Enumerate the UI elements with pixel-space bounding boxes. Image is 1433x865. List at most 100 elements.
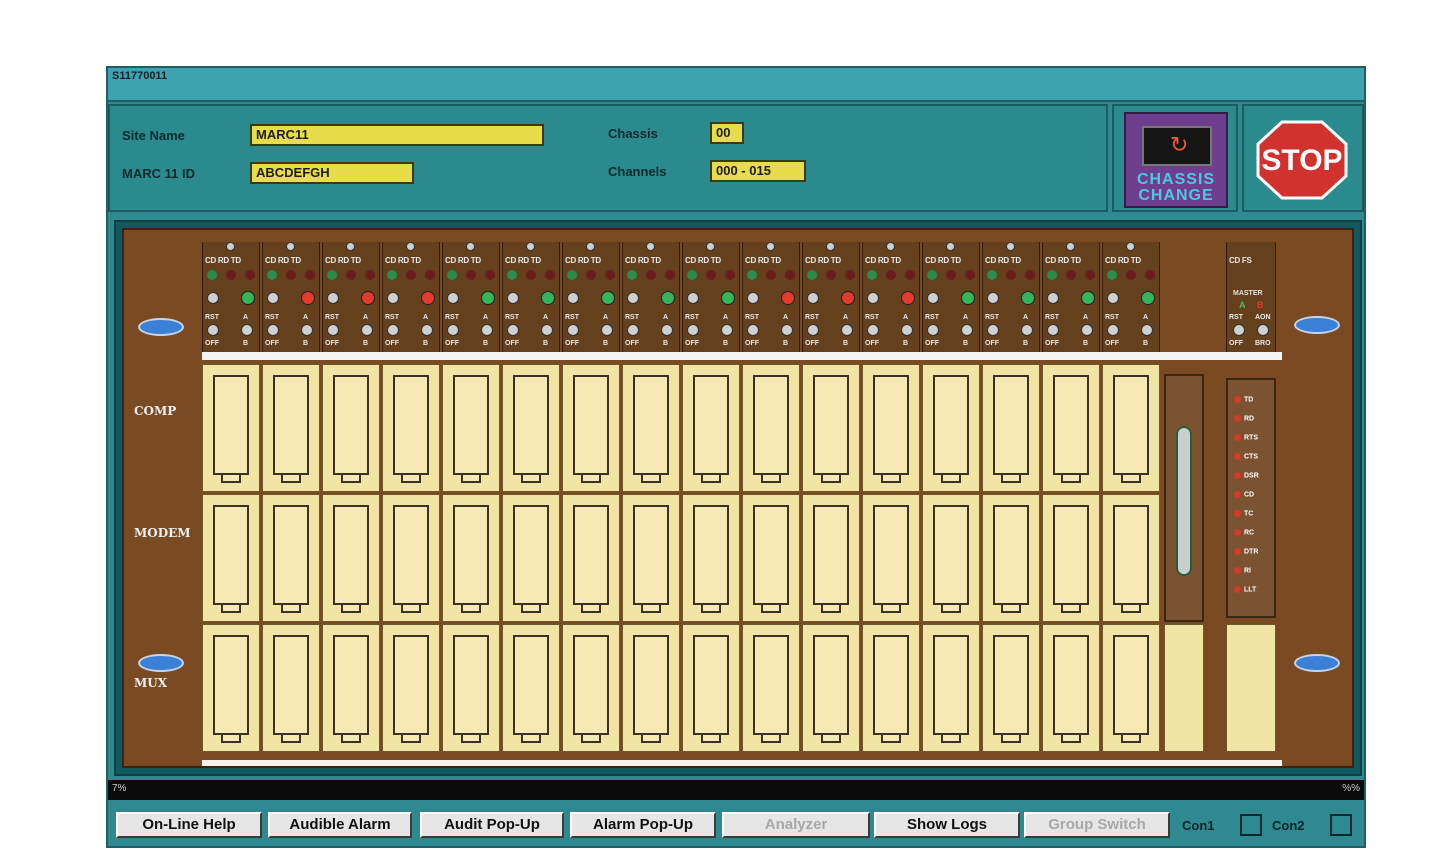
modem-slot-10[interactable]	[802, 494, 860, 622]
modem-slot-14[interactable]	[1042, 494, 1100, 622]
mux-slot-6[interactable]	[562, 624, 620, 752]
mux-slot-extra-0[interactable]	[1164, 624, 1204, 752]
con2-checkbox[interactable]	[1330, 814, 1352, 836]
comp-slot-14[interactable]	[1042, 364, 1100, 492]
mux-slot-3[interactable]	[382, 624, 440, 752]
ab-switch-7[interactable]	[661, 324, 673, 336]
channel-card-4[interactable]: CD RD TD RST A OFF B	[442, 242, 500, 354]
rst-switch-1[interactable]	[267, 324, 279, 336]
card-test-knob-3[interactable]	[387, 292, 399, 304]
rst-switch-11[interactable]	[867, 324, 879, 336]
audible-alarm-button[interactable]: Audible Alarm	[268, 812, 412, 838]
channel-card-0[interactable]: CD RD TD RST A OFF B	[202, 242, 260, 354]
analyzer-button[interactable]: Analyzer	[722, 812, 870, 838]
channel-card-2[interactable]: CD RD TD RST A OFF B	[322, 242, 380, 354]
modem-slot-4[interactable]	[442, 494, 500, 622]
comp-slot-8[interactable]	[682, 364, 740, 492]
modem-slot-7[interactable]	[622, 494, 680, 622]
channel-card-10[interactable]: CD RD TD RST A OFF B	[802, 242, 860, 354]
ab-switch-6[interactable]	[601, 324, 613, 336]
card-test-knob-0[interactable]	[207, 292, 219, 304]
rst-switch-3[interactable]	[387, 324, 399, 336]
modem-slot-2[interactable]	[322, 494, 380, 622]
mux-slot-1[interactable]	[262, 624, 320, 752]
comp-slot-2[interactable]	[322, 364, 380, 492]
card-test-knob-1[interactable]	[267, 292, 279, 304]
ab-switch-0[interactable]	[241, 324, 253, 336]
modem-slot-3[interactable]	[382, 494, 440, 622]
channel-card-14[interactable]: CD RD TD RST A OFF B	[1042, 242, 1100, 354]
comp-slot-4[interactable]	[442, 364, 500, 492]
con1-checkbox[interactable]	[1240, 814, 1262, 836]
rst-switch-12[interactable]	[927, 324, 939, 336]
mux-slot-12[interactable]	[922, 624, 980, 752]
rst-switch-8[interactable]	[687, 324, 699, 336]
ab-switch-3[interactable]	[421, 324, 433, 336]
online-help-button[interactable]: On-Line Help	[116, 812, 262, 838]
audit-popup-button[interactable]: Audit Pop-Up	[420, 812, 564, 838]
ab-switch-4[interactable]	[481, 324, 493, 336]
channel-card-13[interactable]: CD RD TD RST A OFF B	[982, 242, 1040, 354]
comp-slot-6[interactable]	[562, 364, 620, 492]
card-test-knob-2[interactable]	[327, 292, 339, 304]
card-test-knob-12[interactable]	[927, 292, 939, 304]
comp-slot-3[interactable]	[382, 364, 440, 492]
show-logs-button[interactable]: Show Logs	[874, 812, 1020, 838]
mux-slot-15[interactable]	[1102, 624, 1160, 752]
card-test-knob-10[interactable]	[807, 292, 819, 304]
ab-switch-14[interactable]	[1081, 324, 1093, 336]
modem-slot-9[interactable]	[742, 494, 800, 622]
modem-slot-6[interactable]	[562, 494, 620, 622]
mux-slot-10[interactable]	[802, 624, 860, 752]
ab-switch-15[interactable]	[1141, 324, 1153, 336]
channels-field[interactable]: 000 - 015	[710, 160, 806, 182]
comp-slot-5[interactable]	[502, 364, 560, 492]
card-test-knob-6[interactable]	[567, 292, 579, 304]
comp-slot-11[interactable]	[862, 364, 920, 492]
modem-slot-8[interactable]	[682, 494, 740, 622]
modem-slot-0[interactable]	[202, 494, 260, 622]
card-test-knob-13[interactable]	[987, 292, 999, 304]
comp-slot-1[interactable]	[262, 364, 320, 492]
modem-slot-13[interactable]	[982, 494, 1040, 622]
rst-switch-2[interactable]	[327, 324, 339, 336]
comp-slot-9[interactable]	[742, 364, 800, 492]
mux-slot-2[interactable]	[322, 624, 380, 752]
rst-switch-6[interactable]	[567, 324, 579, 336]
card-test-knob-15[interactable]	[1107, 292, 1119, 304]
ab-switch-2[interactable]	[361, 324, 373, 336]
channel-card-7[interactable]: CD RD TD RST A OFF B	[622, 242, 680, 354]
card-test-knob-7[interactable]	[627, 292, 639, 304]
mux-slot-7[interactable]	[622, 624, 680, 752]
rst-switch-4[interactable]	[447, 324, 459, 336]
rst-switch-13[interactable]	[987, 324, 999, 336]
chassis-field[interactable]: 00	[710, 122, 744, 144]
comp-slot-0[interactable]	[202, 364, 260, 492]
ab-switch-8[interactable]	[721, 324, 733, 336]
chassis-change-button[interactable]: ↻ CHASSIS CHANGE	[1124, 112, 1228, 208]
ab-switch-13[interactable]	[1021, 324, 1033, 336]
mux-slot-5[interactable]	[502, 624, 560, 752]
rst-switch-0[interactable]	[207, 324, 219, 336]
card-test-knob-11[interactable]	[867, 292, 879, 304]
modem-slot-5[interactable]	[502, 494, 560, 622]
comp-slot-12[interactable]	[922, 364, 980, 492]
channel-card-3[interactable]: CD RD TD RST A OFF B	[382, 242, 440, 354]
db25-card[interactable]	[1164, 374, 1204, 622]
site-name-field[interactable]: MARC11	[250, 124, 544, 146]
ab-switch-12[interactable]	[961, 324, 973, 336]
marc-id-field[interactable]: ABCDEFGH	[250, 162, 414, 184]
comp-slot-15[interactable]	[1102, 364, 1160, 492]
master-card[interactable]: CD FS MASTER A B RST AON OFF BRO	[1226, 242, 1276, 354]
card-test-knob-9[interactable]	[747, 292, 759, 304]
comp-slot-10[interactable]	[802, 364, 860, 492]
comp-slot-13[interactable]	[982, 364, 1040, 492]
rst-switch-15[interactable]	[1107, 324, 1119, 336]
ab-switch-10[interactable]	[841, 324, 853, 336]
mux-slot-8[interactable]	[682, 624, 740, 752]
rst-switch-9[interactable]	[747, 324, 759, 336]
mux-slot-9[interactable]	[742, 624, 800, 752]
modem-slot-1[interactable]	[262, 494, 320, 622]
mux-slot-0[interactable]	[202, 624, 260, 752]
stop-button[interactable]: STOP	[1256, 120, 1348, 200]
